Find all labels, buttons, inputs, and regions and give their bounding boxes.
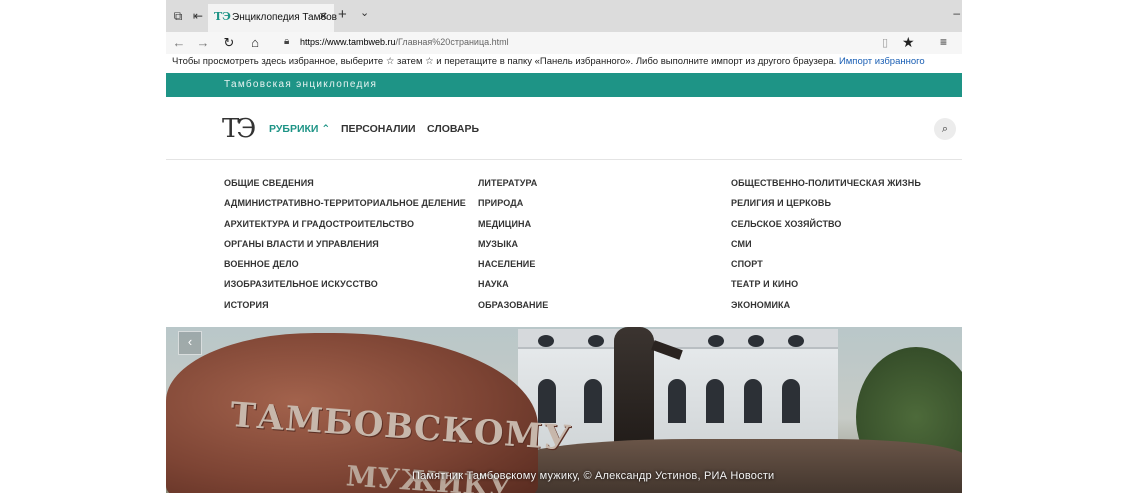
rubric-link[interactable]: АРХИТЕКТУРА И ГРАДОСТРОИТЕЛЬСТВО — [224, 219, 466, 239]
rubric-link[interactable]: МУЗЫКА — [478, 239, 548, 259]
import-favorites-link[interactable]: Импорт избранного — [839, 56, 925, 67]
reading-view-icon[interactable]: ▯ — [882, 36, 888, 49]
rubric-link[interactable]: ЭКОНОМИКА — [731, 300, 921, 320]
site-top-bar: Тамбовская энциклопедия — [166, 73, 962, 97]
rubric-link[interactable]: АДМИНИСТРАТИВНО-ТЕРРИТОРИАЛЬНОЕ ДЕЛЕНИЕ — [224, 198, 466, 218]
rubric-link[interactable]: ОРГАНЫ ВЛАСТИ И УПРАВЛЕНИЯ — [224, 239, 466, 259]
rubric-link[interactable]: ПРИРОДА — [478, 198, 548, 218]
browser-tab[interactable]: ТЭ Энциклопедия Тамбов ✕ — [208, 4, 337, 32]
minimize-button[interactable]: – — [953, 6, 960, 20]
favorite-star-icon[interactable]: ★ — [902, 34, 915, 51]
rubric-link[interactable]: РЕЛИГИЯ И ЦЕРКОВЬ — [731, 198, 921, 218]
rocks-image — [506, 439, 962, 493]
favorites-bar-notice: Чтобы просмотреть здесь избранное, выбер… — [172, 56, 962, 72]
rubric-link[interactable]: МЕДИЦИНА — [478, 219, 548, 239]
rubric-link[interactable]: ОБЩИЕ СВЕДЕНИЯ — [224, 178, 466, 198]
rubric-link[interactable]: СЕЛЬСКОЕ ХОЗЯЙСТВО — [731, 219, 921, 239]
nav-dictionary[interactable]: СЛОВАРЬ — [427, 123, 479, 135]
rubric-link[interactable]: ОБЩЕСТВЕННО-ПОЛИТИЧЕСКАЯ ЖИЗНЬ — [731, 178, 921, 198]
home-icon[interactable]: ⌂ — [246, 34, 264, 52]
new-tab-button[interactable]: + — [338, 6, 347, 23]
lock-icon: 🔒︎ — [284, 36, 290, 47]
url-domain: https://www.tambweb.ru — [300, 37, 396, 47]
site-logo[interactable]: ТЭ — [222, 114, 256, 144]
rubric-link[interactable]: СМИ — [731, 239, 921, 259]
rubric-link[interactable]: ИЗОБРАЗИТЕЛЬНОЕ ИСКУССТВО — [224, 279, 466, 299]
tab-bar: ⧉ ⇤ ТЭ Энциклопедия Тамбов ✕ + ⌄ – — [166, 0, 962, 32]
hero-caption: Памятник Тамбовскому мужику, © Александр… — [412, 470, 775, 482]
rubric-link[interactable]: НАСЕЛЕНИЕ — [478, 259, 548, 279]
nav-persons[interactable]: ПЕРСОНАЛИИ — [341, 123, 416, 135]
rubrics-column-2: ЛИТЕРАТУРА ПРИРОДА МЕДИЦИНА МУЗЫКА НАСЕЛ… — [478, 178, 548, 320]
rubric-link[interactable]: ВОЕННОЕ ДЕЛО — [224, 259, 466, 279]
favorites-bar-text: Чтобы просмотреть здесь избранное, выбер… — [172, 56, 837, 67]
back-icon[interactable]: ← — [170, 34, 188, 52]
nav-divider — [166, 159, 962, 160]
address-toolbar: ← → ↻ ⌂ 🔒︎ https://www.tambweb.ru/Главна… — [166, 32, 962, 54]
set-aside-tabs-icon[interactable]: ⇤ — [190, 8, 206, 24]
rubric-link[interactable]: ТЕАТР И КИНО — [731, 279, 921, 299]
rubric-link[interactable]: СПОРТ — [731, 259, 921, 279]
close-tab-icon[interactable]: ✕ — [319, 10, 328, 23]
slider-prev-button[interactable]: ‹ — [178, 331, 202, 355]
tab-actions-icon[interactable]: ⧉ — [170, 8, 186, 24]
browser-window: ⧉ ⇤ ТЭ Энциклопедия Тамбов ✕ + ⌄ – ← → ↻… — [166, 0, 962, 500]
rubric-link[interactable]: ЛИТЕРАТУРА — [478, 178, 548, 198]
rubric-link[interactable]: НАУКА — [478, 279, 548, 299]
rubric-link[interactable]: ОБРАЗОВАНИЕ — [478, 300, 548, 320]
address-input[interactable]: https://www.tambweb.ru/Главная%20страниц… — [300, 37, 509, 47]
search-icon[interactable]: ⌕ — [934, 118, 956, 140]
refresh-icon[interactable]: ↻ — [220, 34, 238, 52]
forward-icon[interactable]: → — [194, 34, 212, 52]
site-bar-title: Тамбовская энциклопедия — [224, 79, 378, 90]
hero-slider: ТАМБОВСКОМУ МУЖИКУ ‹ Памятник Тамбовском… — [166, 327, 962, 493]
tab-list-chevron-icon[interactable]: ⌄ — [360, 6, 369, 19]
nav-rubrics[interactable]: РУБРИКИ ⌃ — [269, 123, 330, 135]
statue-image — [614, 327, 654, 457]
url-path: /Главная%20страница.html — [395, 37, 509, 47]
rubrics-column-1: ОБЩИЕ СВЕДЕНИЯ АДМИНИСТРАТИВНО-ТЕРРИТОРИ… — [224, 178, 466, 320]
tab-favicon-icon: ТЭ — [214, 10, 231, 23]
hub-icon[interactable]: ≡ — [940, 35, 947, 49]
rubric-link[interactable]: ИСТОРИЯ — [224, 300, 466, 320]
rubrics-column-3: ОБЩЕСТВЕННО-ПОЛИТИЧЕСКАЯ ЖИЗНЬ РЕЛИГИЯ И… — [731, 178, 921, 320]
